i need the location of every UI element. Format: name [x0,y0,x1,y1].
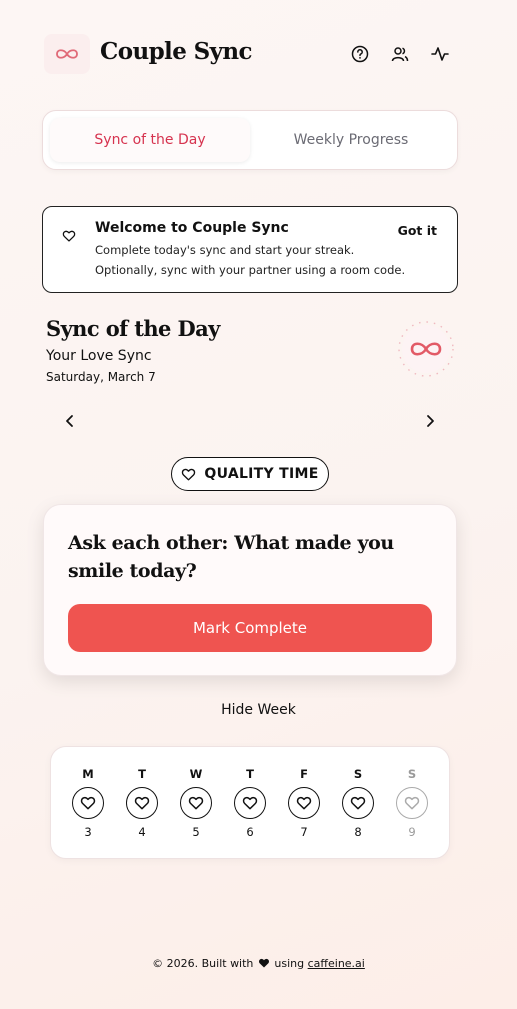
day-letter: F [300,767,308,781]
day-number: 3 [84,825,92,839]
heart-icon [296,795,312,811]
day-heart-button[interactable] [342,787,374,819]
tab-bar: Sync of the Day Weekly Progress [42,110,458,170]
day-heart-button[interactable] [234,787,266,819]
welcome-banner: Welcome to Couple Sync Complete today's … [42,206,458,293]
heart-icon [62,228,76,247]
footer: © 2026. Built with using caffeine.ai [0,957,517,972]
heart-filled-icon [258,957,270,972]
day-number: 6 [246,825,254,839]
section-title: Sync of the Day [46,316,220,341]
day-number: 9 [408,825,416,839]
week-strip: M3T4W5T6F7S8S9 [50,746,450,859]
caffeine-link[interactable]: caffeine.ai [308,957,365,970]
heart-icon [181,467,196,482]
day-letter: S [407,767,417,781]
mark-complete-button[interactable]: Mark Complete [68,604,432,652]
hide-week-toggle[interactable]: Hide Week [0,702,517,718]
heart-icon [350,795,366,811]
heart-icon [188,795,204,811]
day-column: T6 [230,767,270,839]
day-letter: T [246,767,254,781]
day-heart-button[interactable] [126,787,158,819]
footer-prefix: © 2026. Built with [152,957,254,970]
help-circle-icon[interactable] [349,43,371,65]
next-day-button[interactable] [419,410,441,432]
app-logo [44,34,90,74]
day-number: 8 [354,825,362,839]
day-column: S8 [338,767,378,839]
prompt-text: Ask each other: What made you smile toda… [68,532,394,582]
day-letter: W [189,767,203,781]
previous-day-button[interactable] [59,410,81,432]
infinity-icon [56,49,78,59]
day-heart-button[interactable] [72,787,104,819]
heart-icon [404,795,420,811]
day-column: F7 [284,767,324,839]
day-letter: M [82,767,94,781]
section-subtitle: Your Love Sync [46,348,152,364]
day-heart-button[interactable] [396,787,428,819]
day-number: 7 [300,825,308,839]
footer-middle: using [274,957,305,970]
day-letter: T [138,767,146,781]
heart-icon [80,795,96,811]
welcome-title: Welcome to Couple Sync [95,220,289,236]
day-heart-button[interactable] [180,787,212,819]
heart-icon [134,795,150,811]
users-icon[interactable] [389,43,411,65]
prompt-card: Ask each other: What made you smile toda… [43,504,457,676]
category-label: QUALITY TIME [204,466,319,482]
day-letter: S [353,767,363,781]
day-heart-button[interactable] [288,787,320,819]
tab-sync-of-the-day[interactable]: Sync of the Day [50,118,250,162]
day-column: W5 [176,767,216,839]
current-date: Saturday, March 7 [46,370,156,384]
welcome-text-line-1: Complete today's sync and start your str… [95,243,355,257]
activity-icon[interactable] [429,43,451,65]
got-it-button[interactable]: Got it [398,223,437,238]
app-title: Couple Sync [100,38,253,65]
day-number: 5 [192,825,200,839]
day-column: M3 [68,767,108,839]
day-column: T4 [122,767,162,839]
heart-icon [242,795,258,811]
category-badge: QUALITY TIME [171,457,329,491]
infinity-emblem-icon [397,320,455,378]
day-number: 4 [138,825,146,839]
day-column: S9 [392,767,432,839]
welcome-text-line-2: Optionally, sync with your partner using… [95,263,406,277]
tab-weekly-progress[interactable]: Weekly Progress [251,118,451,162]
